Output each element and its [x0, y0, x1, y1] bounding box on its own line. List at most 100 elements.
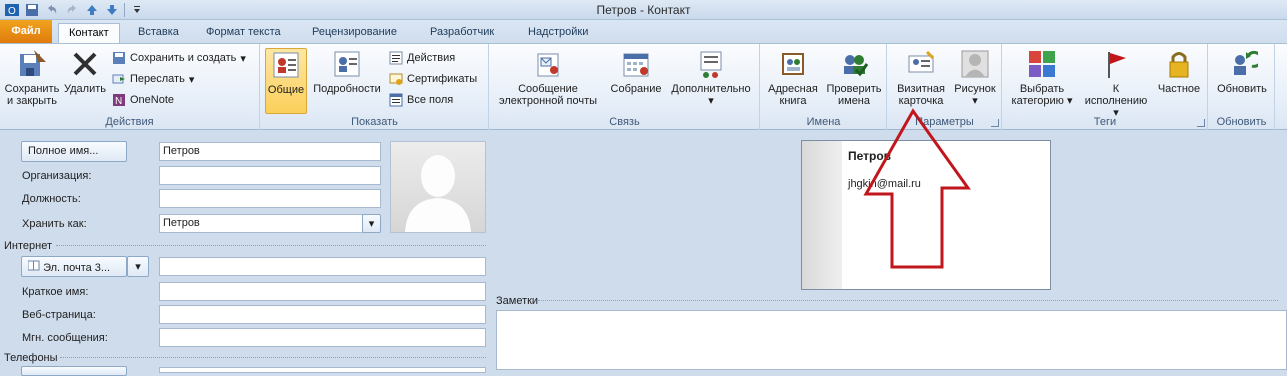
- email-field[interactable]: [159, 257, 486, 276]
- group-tags-label: Теги: [1093, 116, 1117, 128]
- tab-format-text[interactable]: Формат текста: [196, 23, 291, 43]
- update-button[interactable]: Обновить: [1211, 48, 1273, 95]
- file-as-dropdown[interactable]: ▾: [362, 214, 381, 233]
- tab-insert[interactable]: Вставка: [128, 23, 189, 43]
- card-stripe: [802, 141, 842, 289]
- check-names-button[interactable]: Проверить имена: [823, 48, 885, 107]
- save-close-button[interactable]: Сохранить и закрыть: [2, 48, 62, 107]
- follow-up-button[interactable]: К исполнению ▾: [1081, 48, 1151, 119]
- picture-icon: [959, 48, 991, 80]
- ribbon-tabs: Файл Контакт Вставка Формат текста Рецен…: [0, 20, 1287, 44]
- full-name-button[interactable]: Полное имя...: [21, 141, 127, 162]
- phones-section-title: Телефоны: [4, 352, 58, 364]
- email-type-dropdown[interactable]: ▾: [127, 256, 149, 277]
- group-actions-label: Действия: [105, 116, 154, 128]
- activities-icon: [389, 51, 403, 65]
- notes-field[interactable]: [496, 310, 1287, 370]
- contact-card-icon: [270, 49, 302, 81]
- web-page-field[interactable]: [159, 305, 486, 324]
- delete-icon: [69, 48, 101, 80]
- details-view-button[interactable]: Подробности: [309, 48, 385, 95]
- tab-contact[interactable]: Контакт: [58, 23, 120, 44]
- forward-icon: [112, 72, 126, 86]
- calendar-icon: [620, 48, 652, 80]
- web-page-label: Веб-страница:: [22, 309, 96, 321]
- title-bar: O Петров - Контакт: [0, 0, 1287, 20]
- check-names-icon: [838, 48, 870, 80]
- person-silhouette-icon: [405, 155, 471, 232]
- picture-button[interactable]: Рисунок ▾: [950, 48, 1000, 107]
- job-title-label: Должность:: [22, 193, 81, 205]
- onenote-icon: N: [112, 93, 126, 107]
- im-label: Мгн. сообщения:: [22, 332, 108, 344]
- more-communicate-button[interactable]: Дополнительно ▾: [666, 48, 756, 107]
- refresh-contact-icon: [1226, 48, 1263, 80]
- delete-button[interactable]: Удалить: [62, 48, 108, 95]
- tab-review[interactable]: Рецензирование: [302, 23, 407, 43]
- save-new-button[interactable]: Сохранить и создать ▾: [112, 48, 246, 68]
- forward-button[interactable]: Переслать ▾: [112, 69, 194, 89]
- address-book-icon: [777, 48, 809, 80]
- email-message-button[interactable]: Сообщение электронной почты: [490, 48, 606, 107]
- chevron-down-icon: ▾: [240, 52, 246, 65]
- svg-text:N: N: [115, 96, 122, 107]
- address-book-small-icon: [27, 260, 43, 274]
- tab-addins[interactable]: Надстройки: [518, 23, 598, 43]
- general-view-button[interactable]: Общие: [265, 48, 307, 114]
- phones-divider: [60, 357, 486, 358]
- internet-divider: [56, 245, 486, 246]
- all-fields-button[interactable]: Все поля: [389, 90, 453, 110]
- group-tags: Выбрать категорию ▾ К исполнению ▾ Частн…: [1003, 44, 1208, 130]
- window-title: Петров - Контакт: [596, 3, 691, 17]
- tags-dialog-launcher[interactable]: [1197, 119, 1205, 127]
- chevron-down-icon: ▾: [135, 261, 141, 273]
- save-close-icon: [16, 48, 48, 80]
- notes-divider: [538, 300, 1278, 301]
- details-icon: [331, 48, 363, 80]
- email-select-button[interactable]: Эл. почта 3...: [21, 256, 127, 277]
- company-label: Организация:: [22, 170, 92, 182]
- business-card-button[interactable]: Визитная карточка: [892, 48, 950, 107]
- chevron-down-icon: ▾: [972, 95, 978, 107]
- phone-field[interactable]: [159, 367, 486, 373]
- private-button[interactable]: Частное: [1153, 48, 1205, 95]
- certificate-icon: [389, 72, 403, 86]
- job-title-field[interactable]: [159, 189, 381, 208]
- chevron-down-icon: ▾: [368, 218, 375, 230]
- group-communicate-label: Связь: [609, 116, 640, 128]
- all-fields-icon: [389, 93, 403, 107]
- internet-section-title: Интернет: [4, 240, 52, 252]
- lock-icon: [1163, 48, 1195, 80]
- im-field[interactable]: [159, 328, 486, 347]
- meeting-button[interactable]: Собрание: [606, 48, 666, 95]
- display-as-field[interactable]: [159, 282, 486, 301]
- chevron-down-icon: ▾: [188, 73, 195, 86]
- tab-file[interactable]: Файл: [0, 20, 52, 43]
- annotation-arrow-icon: [863, 108, 971, 269]
- options-dialog-launcher[interactable]: [991, 119, 999, 127]
- group-actions: Сохранить и закрыть Удалить Сохранить и …: [0, 44, 260, 130]
- phone-select-button[interactable]: [21, 366, 127, 376]
- file-as-field[interactable]: Петров: [159, 214, 363, 233]
- activities-button[interactable]: Действия: [389, 48, 455, 68]
- company-field[interactable]: [159, 166, 381, 185]
- tab-developer[interactable]: Разработчик: [420, 23, 504, 43]
- address-book-button[interactable]: Адресная книга: [763, 48, 823, 107]
- categorize-icon: [1026, 48, 1058, 80]
- full-name-field[interactable]: Петров: [159, 142, 381, 161]
- email-icon: [532, 48, 564, 80]
- flag-icon: [1100, 48, 1132, 80]
- more-icon: [695, 48, 727, 80]
- group-show: Общие Подробности Действия Сертификаты В…: [261, 44, 489, 130]
- categorize-button[interactable]: Выбрать категорию ▾: [1005, 48, 1079, 107]
- display-as-label: Краткое имя:: [22, 286, 89, 298]
- certificates-button[interactable]: Сертификаты: [389, 69, 477, 89]
- onenote-button[interactable]: N OneNote: [112, 90, 174, 110]
- chevron-down-icon: ▾: [1066, 95, 1073, 107]
- notes-label: Заметки: [496, 295, 539, 307]
- group-update-label: Обновить: [1216, 116, 1267, 128]
- contact-photo[interactable]: [390, 141, 486, 233]
- group-communicate: Сообщение электронной почты Собрание Доп…: [490, 44, 760, 130]
- group-show-label: Показать: [351, 116, 398, 128]
- group-update: Обновить Обновить: [1209, 44, 1275, 130]
